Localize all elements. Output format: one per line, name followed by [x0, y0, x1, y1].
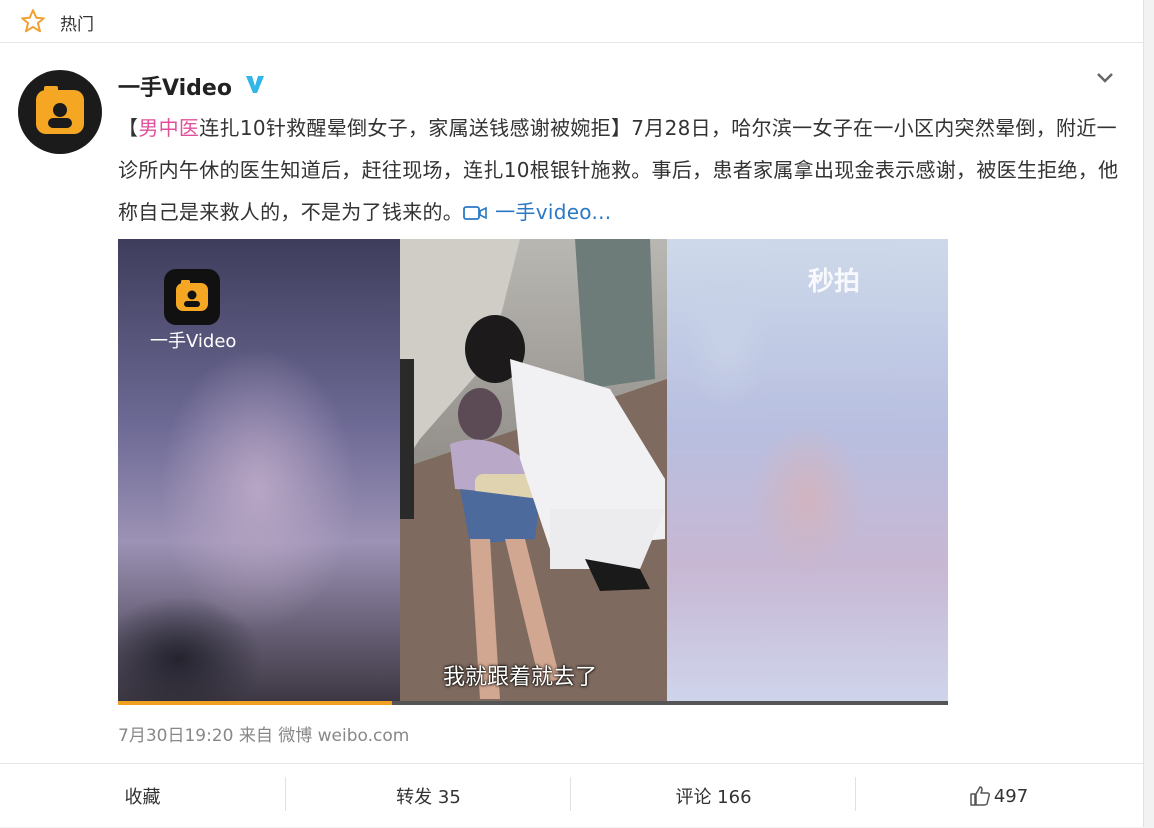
thumbs-up-icon [970, 786, 990, 806]
post-text: 【男中医连扎10针救醒晕倒女子，家属送钱感谢被婉拒】7月28日，哈尔滨一女子在一… [118, 107, 1128, 233]
progress-fill [118, 701, 392, 705]
like-count: 497 [993, 785, 1029, 807]
post-text-open: 【 [118, 116, 139, 140]
post-meta: 7月30日19:20 来自 微博 weibo.com [118, 726, 410, 746]
comment-label: 评论 166 [675, 787, 752, 808]
favorite-label: 收藏 [124, 787, 161, 808]
top-tab-bar: 热门 [0, 0, 1143, 43]
like-button[interactable]: 497 [856, 764, 1141, 828]
comment-button[interactable]: 评论 166 [571, 764, 856, 828]
channel-logo [164, 269, 220, 325]
favorite-button[interactable]: 收藏 [0, 764, 285, 828]
weibo-card: 热门 一手Video 【男中医连扎10针救醒晕倒女子，家属送钱感谢被婉拒】7月2… [0, 0, 1144, 827]
avatar[interactable] [18, 70, 102, 154]
video-camera-icon [463, 206, 487, 220]
video-blur-left [118, 239, 400, 705]
action-bar: 收藏 转发 35 评论 166 497 [0, 763, 1143, 828]
channel-logo-text: 一手Video [150, 331, 237, 352]
video-player[interactable]: 一手Video 秒拍 我就跟着就去了 [118, 239, 948, 705]
video-link[interactable]: 一手video... [495, 200, 611, 224]
video-subtitle: 我就跟着就去了 [443, 665, 598, 690]
video-frame [400, 239, 667, 705]
video-blur-right [667, 239, 948, 705]
star-icon[interactable] [20, 8, 46, 34]
chevron-down-icon[interactable] [1094, 66, 1116, 88]
repost-label: 转发 35 [396, 787, 461, 808]
verified-icon [246, 76, 264, 93]
topic-tag[interactable]: 男中医 [138, 116, 199, 140]
tab-hot[interactable]: 热门 [60, 10, 94, 35]
watermark: 秒拍 [808, 267, 861, 297]
username[interactable]: 一手Video [118, 70, 232, 102]
repost-button[interactable]: 转发 35 [286, 764, 571, 828]
post-body: 连扎10针救醒晕倒女子，家属送钱感谢被婉拒】7月28日，哈尔滨一女子在一小区内突… [118, 116, 1119, 224]
